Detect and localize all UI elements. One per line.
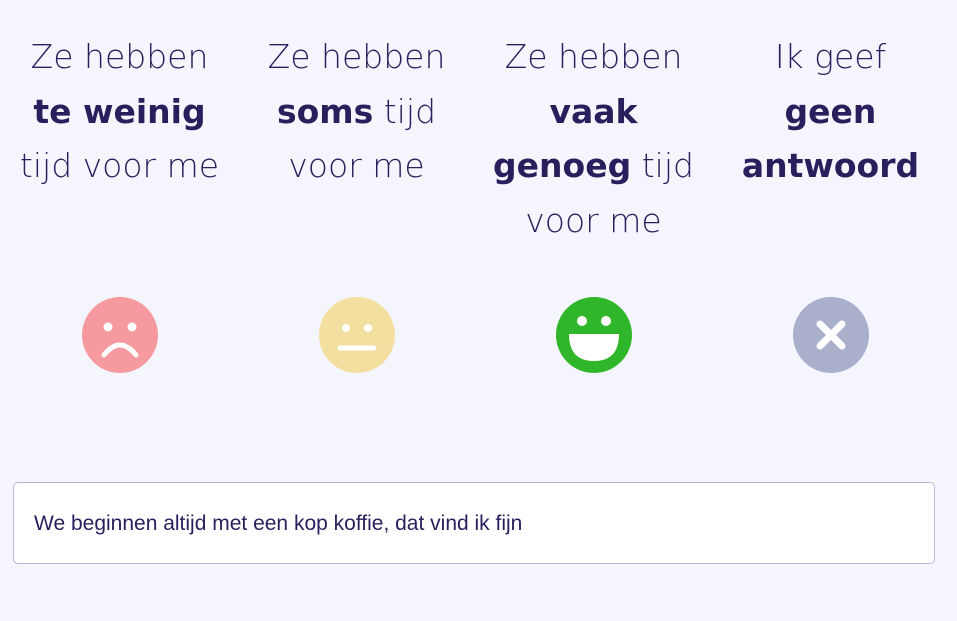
answer-options: Ze hebben te weinig tijd voor me Ze hebb… [0, 30, 957, 380]
no-answer-x-icon[interactable] [792, 297, 869, 373]
label-line: te weinig [33, 91, 206, 131]
label-line: vaak [549, 91, 638, 131]
label-line: Ik geef [774, 37, 887, 76]
label-line: genoeg tijd [493, 146, 694, 185]
label-line: Ze hebben [30, 37, 209, 76]
label-line: soms tijd [276, 91, 437, 131]
option-too-little-time[interactable]: Ze hebben te weinig tijd voor me [1, 30, 238, 380]
neutral-face-icon[interactable] [318, 297, 395, 373]
comment-text: We beginnen altijd met een kop koffie, d… [34, 512, 523, 535]
option-label: Ze hebben te weinig tijd voor me [1, 30, 238, 194]
label-line: tijd voor me [19, 146, 220, 185]
sad-face-icon[interactable] [81, 297, 158, 373]
label-line: antwoord [741, 146, 920, 185]
option-label: Ze hebben soms tijd voor me [238, 30, 475, 194]
option-often-enough-time[interactable]: Ze hebben vaak genoeg tijd voor me [475, 30, 712, 380]
label-line: voor me [525, 200, 662, 240]
comment-input[interactable]: We beginnen altijd met een kop koffie, d… [13, 482, 935, 564]
option-label: Ik geef geen antwoord [712, 30, 949, 194]
label-line: geen [784, 91, 877, 131]
label-line: Ze hebben [504, 37, 683, 76]
option-sometimes-time[interactable]: Ze hebben soms tijd voor me [238, 30, 475, 380]
label-line: voor me [288, 146, 425, 185]
option-label: Ze hebben vaak genoeg tijd voor me [475, 30, 712, 248]
label-line: Ze hebben [267, 37, 446, 76]
option-no-answer[interactable]: Ik geef geen antwoord [712, 30, 949, 380]
happy-face-icon[interactable] [555, 297, 632, 373]
